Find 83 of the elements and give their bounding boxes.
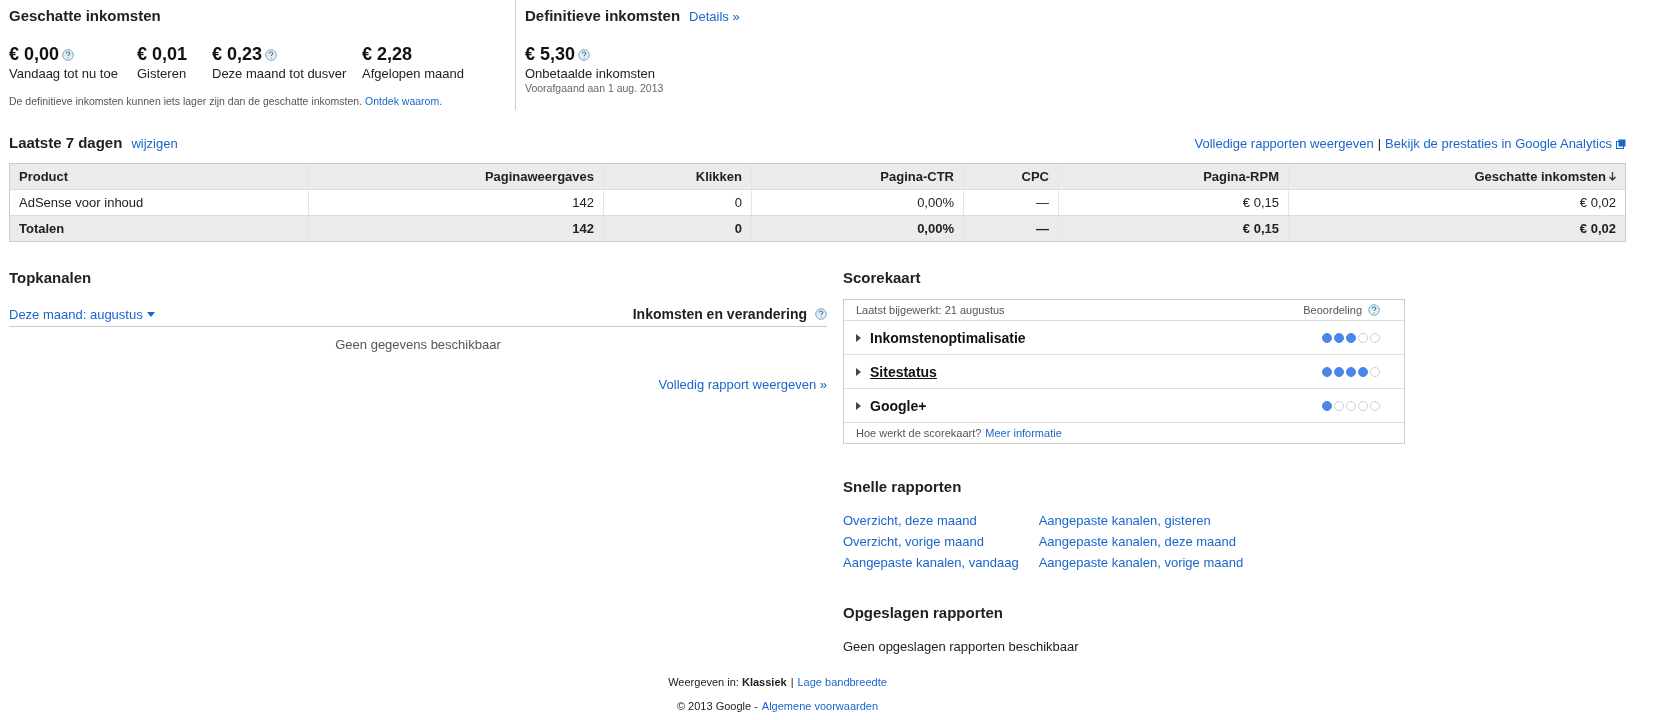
last-updated-text: Laatst bijgewerkt: 21 augustus [856, 304, 1005, 316]
column-heading: Inkomsten en verandering [632, 306, 807, 322]
table-cell: — [963, 216, 1058, 241]
note-text: De definitieve inkomsten kunnen iets lager zijn dan de geschatte inkomsten. [9, 95, 363, 107]
section-title: Scorekaart [843, 269, 922, 286]
quick-report-link[interactable]: Aangepaste kanalen, vandaag [843, 555, 1019, 576]
change-link[interactable]: wijzigen [131, 136, 178, 151]
table-cell: 0,00% [751, 216, 963, 241]
table-cell: € 0,15 [1058, 216, 1288, 241]
quick-report-link[interactable]: Overzicht, vorige maand [843, 534, 1019, 555]
earnings-sublabel: Voorafgaand aan 1 aug. 2013 [525, 82, 664, 94]
more-info-link[interactable]: Meer informatie [985, 427, 1062, 439]
link-separator: | [1377, 136, 1382, 151]
table-cell: 0 [603, 216, 751, 241]
rating-label: Beoordeling [1303, 304, 1362, 316]
quick-report-link[interactable]: Aangepaste kanalen, deze maand [1038, 534, 1244, 555]
scorecard-item[interactable]: Sitestatus [870, 363, 937, 380]
help-icon[interactable] [62, 48, 75, 61]
empty-dot [1370, 366, 1380, 377]
table-cell-text: AdSense voor inhoud [18, 194, 145, 212]
earnings-label: Vandaag tot nu toe [9, 66, 119, 81]
earnings-value: € 0,00 [9, 44, 60, 65]
empty-message: Geen opgeslagen rapporten beschikbaar [843, 639, 1080, 654]
section-title: Laatste 7 dagen [9, 134, 123, 151]
earnings-value: € 2,28 [362, 44, 413, 65]
caret-icon [146, 312, 155, 317]
empty-dot [1334, 400, 1344, 411]
section-title: Opgeslagen rapporten [843, 604, 1005, 621]
empty-message: Geen gegevens beschikbaar [334, 337, 502, 352]
scorecard-item[interactable]: Google+ [870, 397, 927, 414]
sort-down-arrow-icon [1609, 172, 1616, 181]
earnings-value: € 0,23 [212, 44, 263, 65]
empty-dot [1370, 332, 1380, 343]
earnings-label: Gisteren [137, 66, 188, 81]
filled-dot [1358, 366, 1368, 377]
table-cell: € 0,02 [1288, 216, 1625, 241]
filled-dot [1322, 332, 1332, 343]
section-title: Topkanalen [9, 269, 93, 286]
earnings-value: € 0,01 [137, 44, 188, 65]
filled-dot [1322, 366, 1332, 377]
expand-triangle-icon[interactable] [856, 333, 861, 342]
expand-triangle-icon[interactable] [856, 367, 861, 376]
analytics-link[interactable]: Bekijk de prestaties in Google Analytics [1385, 136, 1612, 151]
earnings-label: Afgelopen maand [362, 66, 465, 81]
earnings-label: Onbetaalde inkomsten [525, 66, 657, 81]
earnings-value: € 5,30 [525, 44, 576, 65]
help-icon[interactable] [265, 48, 278, 61]
section-title: Definitieve inkomsten [525, 7, 681, 24]
empty-dot [1370, 400, 1380, 411]
help-question-text: Hoe werkt de scorekaart? [856, 427, 982, 439]
earnings-label: Deze maand tot dusver [212, 66, 348, 81]
filled-dot [1322, 400, 1332, 411]
filled-dot [1346, 332, 1356, 343]
quick-report-link[interactable]: Aangepaste kanalen, gisteren [1038, 513, 1244, 534]
quick-report-link[interactable]: Aangepaste kanalen, vorige maand [1038, 555, 1244, 576]
learn-why-link[interactable]: Ontdek waarom. [365, 95, 443, 107]
scorecard-item[interactable]: Inkomstenoptimalisatie [870, 329, 1026, 346]
full-reports-link[interactable]: Volledige rapporten weergeven [1194, 136, 1374, 151]
empty-dot [1358, 400, 1368, 411]
expand-triangle-icon[interactable] [856, 401, 861, 410]
empty-dot [1358, 332, 1368, 343]
help-icon[interactable] [815, 308, 827, 320]
external-window-icon [1616, 138, 1626, 149]
copyright-text: © 2013 Google - [676, 700, 758, 712]
link-separator: | [790, 676, 794, 688]
view-mode-text: Weergeven in: Klassiek [668, 676, 787, 688]
column-header[interactable]: Product [10, 164, 308, 189]
details-link[interactable]: Details » [689, 9, 740, 24]
low-bandwidth-link[interactable]: Lage bandbreedte [797, 676, 887, 688]
help-icon[interactable] [1368, 304, 1380, 316]
section-title: Snelle rapporten [843, 478, 963, 495]
month-dropdown[interactable]: Deze maand: augustus [9, 307, 155, 322]
table-cell: 142 [308, 216, 603, 241]
section-title: Geschatte inkomsten [9, 7, 162, 24]
filled-dot [1334, 366, 1344, 377]
terms-link[interactable]: Algemene voorwaarden [761, 700, 879, 712]
quick-report-link[interactable]: Overzicht, deze maand [843, 513, 1019, 534]
filled-dot [1346, 366, 1356, 377]
table-cell-text: Totalen [18, 220, 66, 238]
empty-dot [1346, 400, 1356, 411]
help-icon[interactable] [578, 48, 591, 61]
filled-dot [1334, 332, 1344, 343]
full-report-link[interactable]: Volledig rapport weergeven » [658, 377, 827, 392]
